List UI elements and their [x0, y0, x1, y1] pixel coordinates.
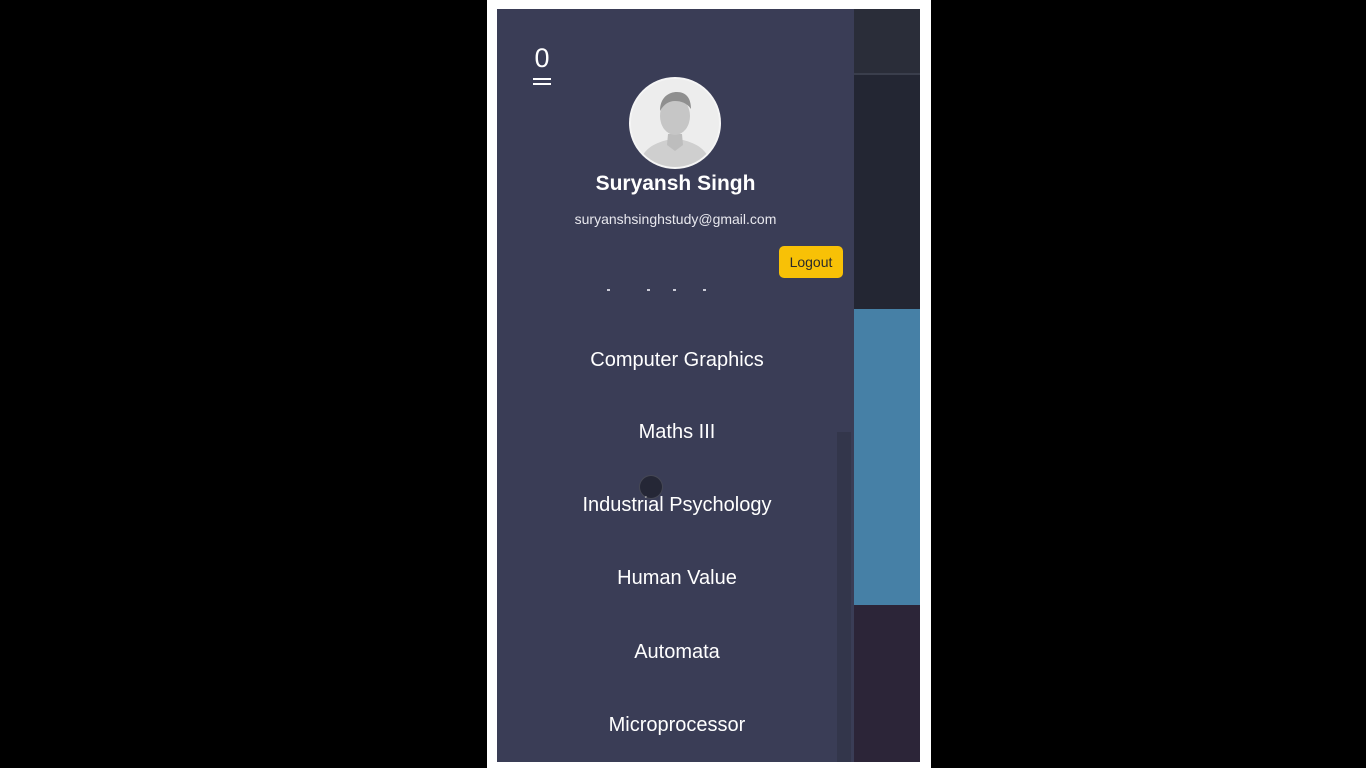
- menu-toggle-button[interactable]: 0: [531, 43, 553, 89]
- menu-item-human-value[interactable]: Human Value: [497, 567, 837, 590]
- app-content-panel: [854, 75, 920, 309]
- menu-count: 0: [534, 43, 550, 73]
- phone-screen: 0 Suryansh Singh suryanshsinghstudy@gmai…: [497, 9, 920, 762]
- menu-item-industrial-psychology[interactable]: Industrial Psychology: [497, 494, 837, 517]
- app-content-footer: [854, 605, 920, 762]
- app-content-card[interactable]: [854, 309, 920, 605]
- touch-indicator: [639, 475, 663, 499]
- subject-menu-list[interactable]: Computer Graphics Maths III Industrial P…: [497, 289, 837, 762]
- navigation-drawer: 0 Suryansh Singh suryanshsinghstudy@gmai…: [497, 9, 854, 762]
- app-header-background: [854, 9, 920, 75]
- clipped-menu-item: [607, 289, 707, 293]
- avatar: [631, 79, 719, 167]
- logout-button[interactable]: Logout: [779, 246, 843, 278]
- default-user-avatar-icon: [631, 79, 719, 167]
- hamburger-icon: [533, 78, 551, 88]
- menu-item-maths-iii[interactable]: Maths III: [497, 421, 837, 444]
- user-email: suryanshsinghstudy@gmail.com: [574, 211, 777, 227]
- menu-scrollbar[interactable]: [837, 432, 851, 762]
- menu-item-automata[interactable]: Automata: [497, 641, 837, 664]
- user-name: Suryansh Singh: [595, 172, 756, 195]
- menu-item-computer-graphics[interactable]: Computer Graphics: [497, 349, 837, 372]
- menu-item-microprocessor[interactable]: Microprocessor: [497, 714, 837, 737]
